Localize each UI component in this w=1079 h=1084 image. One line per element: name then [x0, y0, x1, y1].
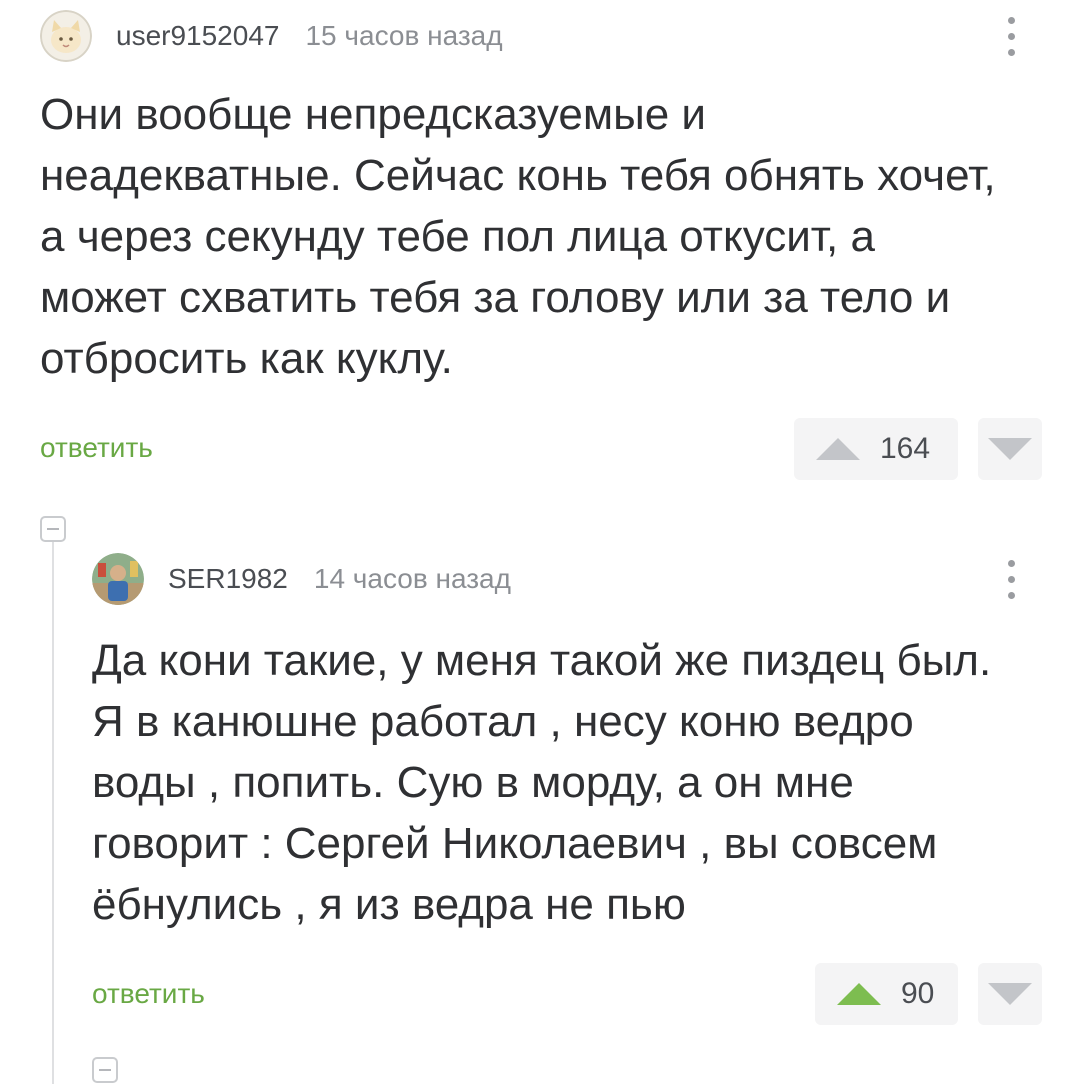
upvote-button[interactable]: 90: [815, 963, 958, 1025]
reply-link[interactable]: ответить: [92, 978, 205, 1010]
comment-header: SER1982 14 часов назад: [92, 553, 511, 605]
more-options-icon[interactable]: [1006, 560, 1016, 604]
avatar[interactable]: [92, 553, 144, 605]
downvote-button[interactable]: [978, 963, 1042, 1025]
comment-time[interactable]: 14 часов назад: [314, 563, 511, 595]
downvote-arrow-icon: [988, 983, 1032, 1005]
collapse-thread-button[interactable]: [92, 1057, 118, 1083]
comment-text: Да кони такие, у меня такой же пиздец бы…: [92, 636, 992, 929]
username[interactable]: SER1982: [168, 563, 288, 595]
upvote-arrow-icon: [837, 983, 881, 1005]
comment-2: SER1982 14 часов назад Да кони такие, у …: [0, 0, 1079, 1084]
rating-count: 90: [901, 977, 935, 1010]
